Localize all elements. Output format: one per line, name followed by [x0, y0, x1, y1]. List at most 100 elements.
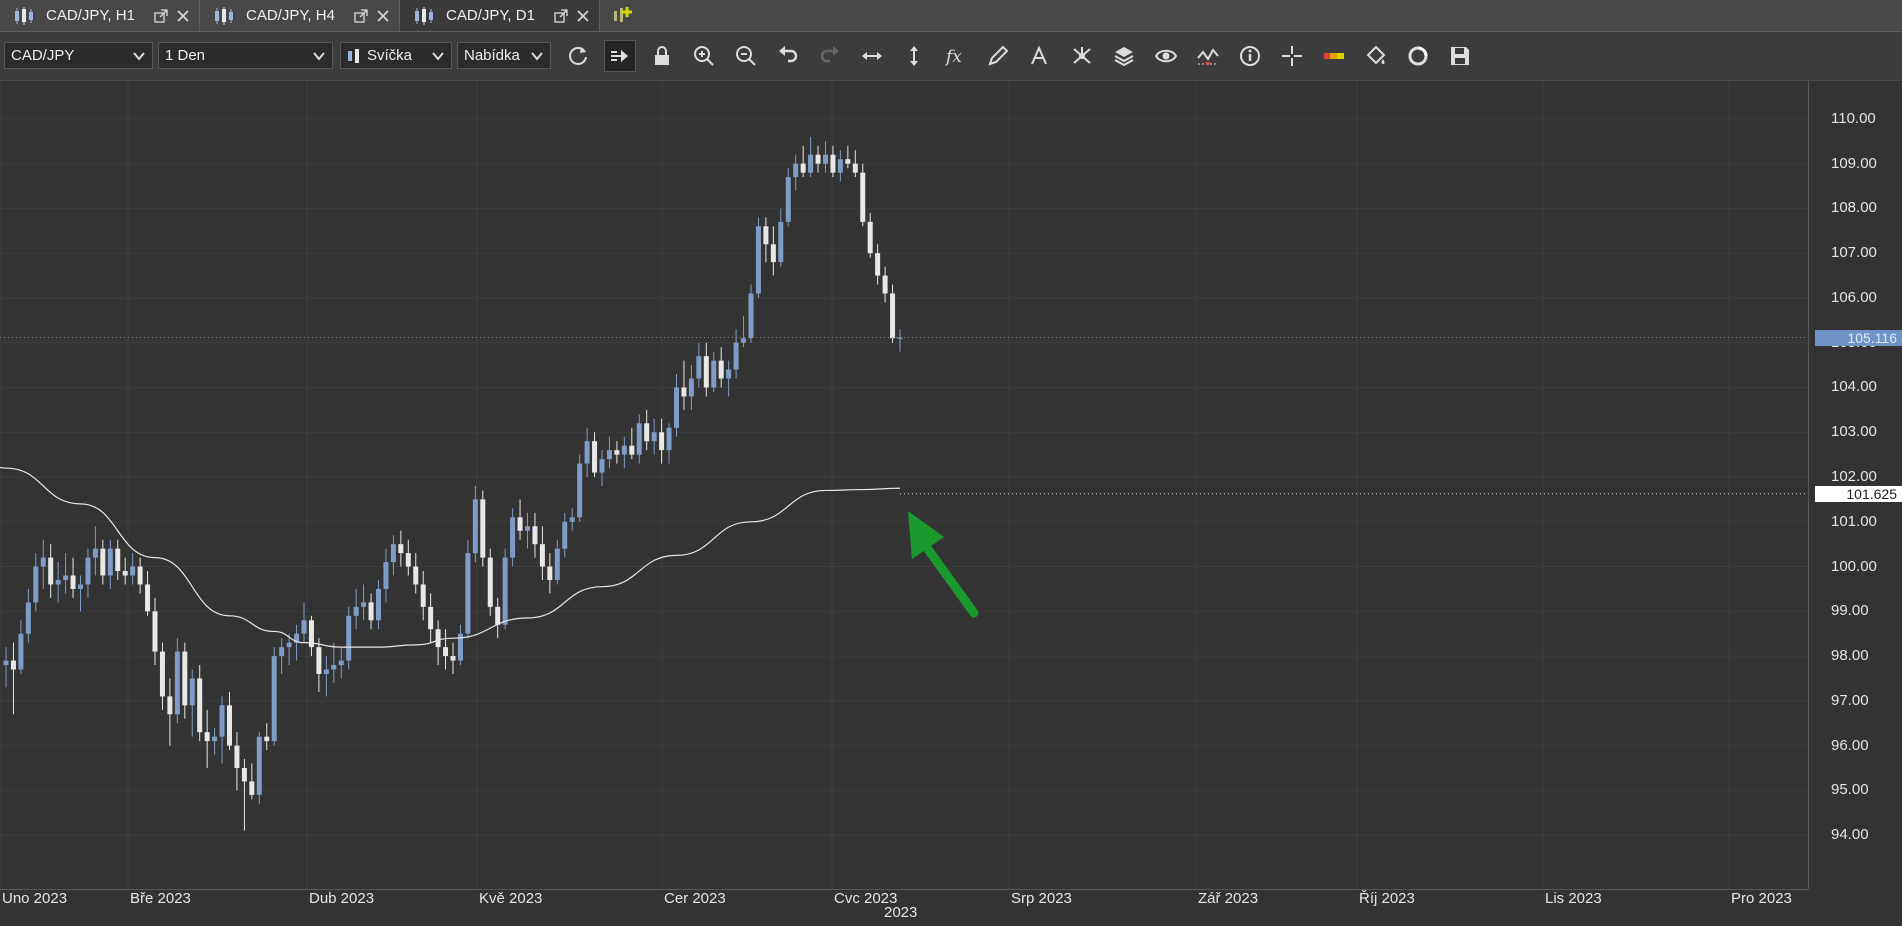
candle — [867, 212, 873, 258]
candle — [770, 226, 776, 276]
candle-body — [837, 159, 843, 173]
candle — [294, 624, 300, 661]
candle — [145, 571, 151, 616]
annotation-arrow[interactable] — [908, 511, 979, 618]
candle — [569, 508, 575, 531]
visibility-button[interactable] — [1150, 40, 1182, 72]
text-tool-button[interactable] — [1024, 40, 1056, 72]
chart-type-select[interactable]: Svíčka — [340, 42, 452, 69]
zoom-out-button[interactable] — [730, 40, 762, 72]
candle-body — [539, 544, 545, 567]
layers-button[interactable] — [1108, 40, 1140, 72]
candle — [219, 696, 225, 764]
draw-button[interactable] — [982, 40, 1014, 72]
popout-icon[interactable] — [553, 8, 569, 24]
candle-body — [808, 154, 814, 173]
candle — [606, 436, 612, 469]
symbol-select[interactable]: CAD/JPY — [4, 42, 153, 69]
candle-body — [614, 450, 620, 455]
price-axis[interactable]: 110.00109.00108.00107.00106.00105.00104.… — [1808, 81, 1902, 889]
candle-body — [748, 293, 754, 339]
candle-body — [763, 226, 769, 245]
candle — [644, 409, 650, 451]
time-tick-label: Pro 2023 — [1731, 890, 1792, 907]
candle — [890, 284, 896, 343]
undo-button[interactable] — [772, 40, 804, 72]
candle — [122, 557, 128, 585]
candle — [778, 208, 784, 267]
chart-shift-button[interactable] — [604, 40, 636, 72]
candle — [741, 315, 747, 348]
time-axis[interactable]: Uno 2023 Bře 2023 Dub 2023 Kvě 2023 Cer 2023… — [0, 889, 1808, 926]
candle — [510, 508, 516, 567]
time-tick-label: Uno 2023 — [2, 890, 68, 907]
candle — [614, 441, 620, 464]
horizontal-scale-button[interactable] — [856, 40, 888, 72]
price-chart[interactable] — [0, 81, 1808, 889]
lock-button[interactable] — [646, 40, 678, 72]
candle-body — [681, 387, 687, 397]
candle-body — [249, 781, 255, 795]
chart-canvas[interactable] — [0, 81, 1808, 889]
tab-cadjpy-h1[interactable]: CAD/JPY, H1 — [0, 0, 200, 31]
candle — [681, 360, 687, 410]
candle — [78, 575, 83, 612]
candle — [420, 571, 426, 621]
popout-icon[interactable] — [153, 8, 169, 24]
fill-button[interactable] — [1360, 40, 1392, 72]
candle-body — [830, 154, 836, 173]
candle — [361, 584, 367, 621]
candle — [338, 647, 344, 679]
candle-body — [741, 338, 747, 343]
candle — [241, 759, 247, 831]
candle — [48, 544, 54, 598]
candle — [726, 360, 732, 397]
candle-body — [674, 387, 679, 428]
crosshair-button[interactable] — [1276, 40, 1308, 72]
candle — [815, 145, 821, 173]
candle-body — [286, 642, 292, 648]
record-button[interactable] — [1402, 40, 1434, 72]
candle — [85, 548, 91, 598]
candle — [502, 548, 508, 630]
close-icon[interactable] — [375, 8, 391, 24]
candle — [480, 490, 486, 567]
price-side-select[interactable]: Nabídka — [457, 42, 551, 69]
candle — [55, 562, 61, 603]
current-price-tag: 105.116 — [1815, 329, 1902, 346]
candle-body — [137, 566, 143, 585]
close-icon[interactable] — [175, 8, 191, 24]
tab-cadjpy-h4[interactable]: CAD/JPY, H4 — [200, 0, 400, 31]
new-chart-icon[interactable] — [610, 3, 636, 29]
candle — [525, 512, 530, 549]
indicators-button[interactable]: fx — [940, 40, 972, 72]
candle-body — [480, 499, 486, 558]
moving-average-line — [0, 466, 901, 648]
candle — [256, 732, 262, 804]
candle-body — [875, 253, 881, 276]
popout-icon[interactable] — [353, 8, 369, 24]
candle-body — [92, 548, 98, 558]
oscillator-button[interactable] — [1192, 40, 1224, 72]
candlestick-icon — [15, 6, 33, 25]
redo-button[interactable] — [814, 40, 846, 72]
vertical-scale-button[interactable] — [898, 40, 930, 72]
candle — [599, 450, 605, 486]
color-theme-button[interactable] — [1318, 40, 1350, 72]
candle — [495, 597, 501, 639]
price-tick-label: 106.00 — [1831, 288, 1877, 306]
close-icon[interactable] — [575, 8, 591, 24]
candle-body — [159, 651, 165, 697]
save-button[interactable] — [1444, 40, 1476, 72]
timeframe-select[interactable]: 1 Den — [158, 42, 333, 69]
candle — [107, 539, 113, 589]
patterns-button[interactable] — [1066, 40, 1098, 72]
tab-cadjpy-d1[interactable]: CAD/JPY, D1 — [400, 0, 600, 31]
chevron-down-icon — [432, 51, 444, 61]
candle-body — [823, 154, 828, 164]
arrow-shaft — [917, 536, 979, 618]
candle-body — [271, 656, 277, 742]
refresh-button[interactable] — [562, 40, 594, 72]
info-button[interactable] — [1234, 40, 1266, 72]
zoom-in-button[interactable] — [688, 40, 720, 72]
